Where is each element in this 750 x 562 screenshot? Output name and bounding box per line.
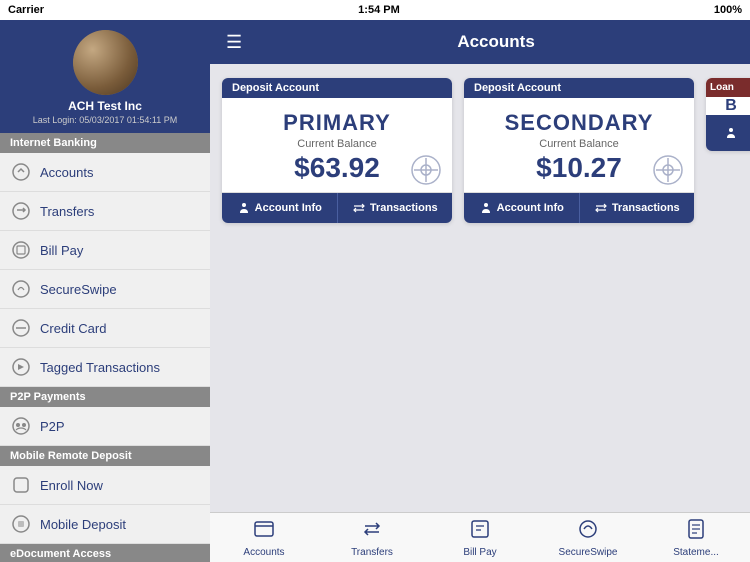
card-tag-loan: Loan <box>706 78 750 97</box>
card-body-primary: PRIMARY Current Balance $63.92 <box>222 98 452 192</box>
tab-transfers-label: Transfers <box>351 547 393 558</box>
sidebar-item-transfers[interactable]: Transfers <box>0 192 210 231</box>
account-card-secondary: Deposit Account SECONDARY Current Balanc… <box>464 78 694 223</box>
card-balance-label-primary: Current Balance <box>297 138 377 150</box>
mobile-deposit-icon <box>10 513 32 535</box>
tab-secureswipe[interactable]: SecureSwipe <box>534 514 642 562</box>
sidebar-item-billpay[interactable]: Bill Pay <box>0 231 210 270</box>
secureswipe-label: SecureSwipe <box>40 282 117 297</box>
account-info-btn-primary[interactable]: Account Info <box>222 193 338 223</box>
carrier-label: Carrier <box>8 4 44 16</box>
sidebar-item-accounts[interactable]: Accounts <box>0 153 210 192</box>
transfers-label: Transfers <box>40 204 94 219</box>
tab-transfers[interactable]: Transfers <box>318 514 426 562</box>
card-actions-secondary: Account Info Transactions <box>464 192 694 223</box>
app-container: ACH Test Inc Last Login: 05/03/2017 01:5… <box>0 20 750 562</box>
tab-bar: Accounts Transfers Bill Pay SecureSwipe <box>210 512 750 562</box>
card-balance-secondary: $10.27 <box>536 152 622 184</box>
sidebar-item-mobile-deposit[interactable]: Mobile Deposit <box>0 505 210 544</box>
account-card-primary: Deposit Account PRIMARY Current Balance … <box>222 78 452 223</box>
accounts-icon <box>10 161 32 183</box>
avatar-image <box>73 30 138 95</box>
card-name-secondary: SECONDARY <box>505 110 654 136</box>
section-header-edocument: eDocument Access <box>0 544 210 562</box>
avatar <box>73 30 138 95</box>
p2p-icon <box>10 415 32 437</box>
card-actions-primary: Account Info Transactions <box>222 192 452 223</box>
status-bar: Carrier 1:54 PM 100% <box>0 0 750 20</box>
billpay-icon <box>10 239 32 261</box>
tagged-icon <box>10 356 32 378</box>
creditcard-label: Credit Card <box>40 321 106 336</box>
tab-billpay-label: Bill Pay <box>463 547 496 558</box>
tab-statements-label: Stateme... <box>673 547 719 558</box>
header-title: Accounts <box>258 32 734 52</box>
transactions-btn-primary[interactable]: Transactions <box>338 193 453 223</box>
p2p-label: P2P <box>40 419 65 434</box>
tab-accounts-label: Accounts <box>243 547 284 558</box>
tab-accounts-icon <box>253 518 275 545</box>
card-body-secondary: SECONDARY Current Balance $10.27 <box>464 98 694 192</box>
mobile-deposit-label: Mobile Deposit <box>40 517 126 532</box>
card-tag-secondary: Deposit Account <box>464 78 694 98</box>
sidebar-profile: ACH Test Inc Last Login: 05/03/2017 01:5… <box>0 20 210 133</box>
menu-icon[interactable]: ☰ <box>226 32 242 53</box>
card-balance-primary: $63.92 <box>294 152 380 184</box>
tab-secureswipe-label: SecureSwipe <box>559 547 618 558</box>
section-header-p2p: P2P Payments <box>0 387 210 407</box>
sidebar-item-tagged[interactable]: Tagged Transactions <box>0 348 210 387</box>
account-info-btn-secondary[interactable]: Account Info <box>464 193 580 223</box>
tab-billpay[interactable]: Bill Pay <box>426 514 534 562</box>
accounts-area: Deposit Account PRIMARY Current Balance … <box>210 64 750 512</box>
card-name-primary: PRIMARY <box>283 110 391 136</box>
tab-billpay-icon <box>469 518 491 545</box>
creditcard-icon <box>10 317 32 339</box>
card-logo-primary <box>410 154 442 186</box>
transfers-icon <box>10 200 32 222</box>
tab-statements-icon <box>685 518 707 545</box>
account-card-loan: Loan B <box>706 78 750 151</box>
billpay-label: Bill Pay <box>40 243 83 258</box>
card-tag-primary: Deposit Account <box>222 78 452 98</box>
battery-label: 100% <box>714 4 742 16</box>
section-header-mobile-deposit: Mobile Remote Deposit <box>0 446 210 466</box>
tagged-label: Tagged Transactions <box>40 360 160 375</box>
last-login-label: Last Login: 05/03/2017 01:54:11 PM <box>33 115 177 125</box>
tab-statements[interactable]: Stateme... <box>642 514 750 562</box>
enroll-mobile-label: Enroll Now <box>40 478 103 493</box>
tab-secureswipe-icon <box>577 518 599 545</box>
sidebar-item-p2p[interactable]: P2P <box>0 407 210 446</box>
sidebar-item-enroll-mobile[interactable]: Enroll Now <box>0 466 210 505</box>
enroll-mobile-icon <box>10 474 32 496</box>
card-balance-label-secondary: Current Balance <box>539 138 619 150</box>
accounts-label: Accounts <box>40 165 93 180</box>
tab-transfers-icon <box>361 518 383 545</box>
tab-accounts[interactable]: Accounts <box>210 514 318 562</box>
time-label: 1:54 PM <box>358 4 400 16</box>
section-header-internet-banking: Internet Banking <box>0 133 210 153</box>
header: ☰ Accounts <box>210 20 750 64</box>
sidebar: ACH Test Inc Last Login: 05/03/2017 01:5… <box>0 20 210 562</box>
card-logo-secondary <box>652 154 684 186</box>
main-content: ☰ Accounts Deposit Account PRIMARY Curre… <box>210 20 750 562</box>
sidebar-item-secureswipe[interactable]: SecureSwipe <box>0 270 210 309</box>
secureswipe-icon <box>10 278 32 300</box>
username-label: ACH Test Inc <box>68 99 142 113</box>
sidebar-item-creditcard[interactable]: Credit Card <box>0 309 210 348</box>
transactions-btn-secondary[interactable]: Transactions <box>580 193 695 223</box>
